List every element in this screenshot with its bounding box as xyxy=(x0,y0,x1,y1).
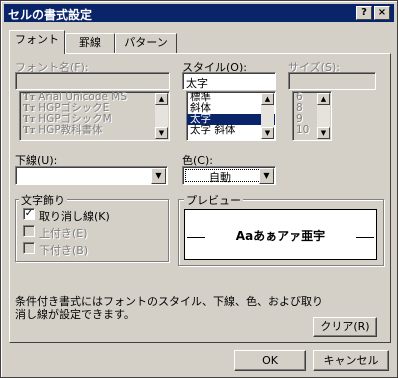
preview-baseline-right xyxy=(356,237,374,238)
style-list[interactable]: 標準 斜体 太字 太字 斜体 ▲ ▼ xyxy=(186,91,276,141)
style-scrollbar[interactable]: ▲ ▼ xyxy=(261,93,274,139)
color-value: 自動 xyxy=(209,171,231,184)
format-cells-dialog: セルの書式設定 ? × フォント 罫線 パターン フォント名(F): Tт Ari… xyxy=(0,0,398,378)
font-name-list[interactable]: Tт Arial Unicode MS Tт HGPゴシックE Tт HGPゴシックM… xyxy=(19,91,170,141)
chevron-down-icon[interactable]: ▼ xyxy=(259,168,274,184)
help-button[interactable]: ? xyxy=(356,6,372,20)
title-bar: セルの書式設定 ? × xyxy=(4,4,394,22)
list-item[interactable]: Tт HGP教科書体 xyxy=(20,125,169,137)
scroll-up-icon[interactable]: ▲ xyxy=(155,93,168,105)
font-name-input[interactable] xyxy=(15,72,170,90)
scroll-down-icon[interactable]: ▼ xyxy=(317,127,330,139)
effects-title: 文字飾り xyxy=(19,192,67,208)
scroll-down-icon[interactable]: ▼ xyxy=(261,127,274,139)
subscript-label[interactable]: 下付き(B) xyxy=(39,242,88,258)
preview-sample-text: Aaあぁアァ亜宇 xyxy=(235,229,326,243)
strikethrough-label[interactable]: 取り消し線(K) xyxy=(39,208,110,224)
font-name-scrollbar[interactable]: ▲ ▼ xyxy=(155,93,168,139)
preview-baseline-left xyxy=(187,237,205,238)
info-text-line2: 消し線が設定できます。 xyxy=(15,308,135,321)
strikethrough-checkbox[interactable]: ✓ xyxy=(23,208,35,220)
superscript-checkbox[interactable] xyxy=(23,225,35,237)
preview-box: Aaあぁアァ亜宇 xyxy=(184,209,377,260)
scroll-up-icon[interactable]: ▲ xyxy=(261,93,274,105)
tab-border[interactable]: 罫線 xyxy=(65,33,115,53)
truetype-icon: Tт xyxy=(23,126,36,136)
tab-font[interactable]: フォント xyxy=(9,30,65,54)
style-input[interactable]: 太字 xyxy=(182,72,276,90)
close-button[interactable]: × xyxy=(374,6,390,20)
color-select[interactable]: 自動 ▼ xyxy=(182,166,276,185)
size-list[interactable]: 6 8 9 10 ▲ ▼ xyxy=(292,91,332,141)
subscript-checkbox[interactable] xyxy=(23,242,35,254)
clear-button[interactable]: クリア(R) xyxy=(313,317,377,337)
preview-title: プレビュー xyxy=(184,192,243,208)
underline-select[interactable]: ▼ xyxy=(15,166,168,185)
size-scrollbar[interactable]: ▲ ▼ xyxy=(317,93,330,139)
window-title: セルの書式設定 xyxy=(8,8,93,22)
scroll-up-icon[interactable]: ▲ xyxy=(317,93,330,105)
scroll-down-icon[interactable]: ▼ xyxy=(155,127,168,139)
ok-button[interactable]: OK xyxy=(234,350,306,371)
size-input[interactable] xyxy=(288,72,376,90)
cancel-button[interactable]: キャンセル xyxy=(313,350,389,371)
tab-pattern[interactable]: パターン xyxy=(115,33,177,53)
chevron-down-icon[interactable]: ▼ xyxy=(151,168,166,184)
superscript-label[interactable]: 上付き(E) xyxy=(39,225,88,241)
